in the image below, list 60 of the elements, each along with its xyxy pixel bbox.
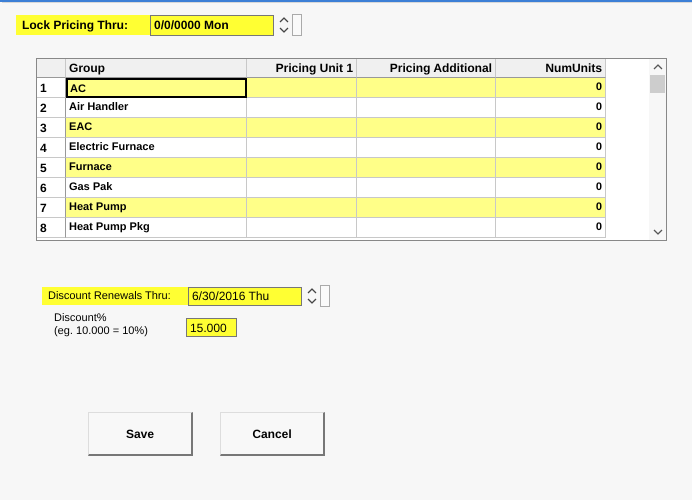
column-header: Pricing Additional	[357, 59, 496, 78]
row-number: 8	[37, 218, 66, 238]
table-cell[interactable]	[357, 198, 496, 218]
row-number: 4	[37, 138, 66, 158]
table-cell[interactable]: AC	[66, 78, 247, 98]
table-cell[interactable]	[357, 78, 496, 98]
spinner-icon[interactable]	[307, 286, 317, 306]
field-label: Lock Pricing Thru:	[16, 15, 150, 35]
table-cell[interactable]: 0	[496, 198, 606, 218]
table-cell[interactable]: Furnace	[66, 158, 247, 178]
table-cell[interactable]: 0	[496, 158, 606, 178]
row-number: 3	[37, 118, 66, 138]
spinner-icon[interactable]	[279, 15, 290, 35]
table-cell[interactable]: Electric Furnace	[66, 138, 247, 158]
row-number: 5	[37, 158, 66, 178]
hint-text: (eg. 10.000 = 10%)	[54, 325, 149, 338]
table-cell[interactable]: Air Handler	[66, 98, 247, 118]
cancel-button[interactable]: Cancel	[220, 412, 325, 456]
table-cell[interactable]: 0	[496, 118, 606, 138]
table-cell[interactable]	[357, 178, 496, 198]
scroll-thumb[interactable]	[650, 75, 665, 93]
table-cell[interactable]: 0	[496, 138, 606, 158]
table-cell[interactable]: EAC	[66, 118, 247, 138]
scroll-down-icon[interactable]	[652, 228, 662, 236]
column-header: NumUnits	[496, 59, 606, 78]
table-cell[interactable]: 0	[496, 178, 606, 198]
scroll-up-icon[interactable]	[652, 63, 662, 71]
row-number: 1	[37, 78, 66, 98]
date-field[interactable]: 6/30/2016 Thu	[188, 286, 302, 306]
table-cell[interactable]	[247, 138, 357, 158]
table-cell[interactable]: 0	[496, 78, 606, 98]
row-number: 6	[37, 178, 66, 198]
table-cell[interactable]: 0	[496, 98, 606, 118]
table-cell[interactable]	[247, 98, 357, 118]
table-cell[interactable]	[357, 98, 496, 118]
column-header: Group	[66, 59, 247, 78]
field-label: Discount%	[54, 312, 108, 325]
table-cell[interactable]: Heat Pump	[66, 198, 247, 218]
table-cell[interactable]	[357, 138, 496, 158]
date-field[interactable]: 0/0/0000 Mon	[150, 14, 274, 36]
save-button[interactable]: Save	[88, 412, 193, 456]
field-label: Discount Renewals Thru:	[42, 287, 188, 305]
table-cell[interactable]	[247, 118, 357, 138]
scrollbar[interactable]	[649, 59, 666, 240]
table-cell[interactable]: Gas Pak	[66, 178, 247, 198]
row-number: 7	[37, 198, 66, 218]
discount-field[interactable]: 15.000	[186, 318, 237, 337]
column-header: Pricing Unit 1	[247, 59, 357, 78]
table-cell[interactable]	[247, 218, 357, 238]
table-cell[interactable]: 0	[496, 218, 606, 238]
table-cell[interactable]	[247, 198, 357, 218]
table-cell[interactable]	[357, 218, 496, 238]
table-cell[interactable]	[357, 158, 496, 178]
table-cell[interactable]	[247, 158, 357, 178]
table-cell[interactable]	[247, 178, 357, 198]
table-cell[interactable]	[357, 118, 496, 138]
header-cell	[37, 59, 66, 78]
row-number: 2	[37, 98, 66, 118]
table-cell[interactable]: Heat Pump Pkg	[66, 218, 247, 238]
table-cell[interactable]	[247, 78, 357, 98]
